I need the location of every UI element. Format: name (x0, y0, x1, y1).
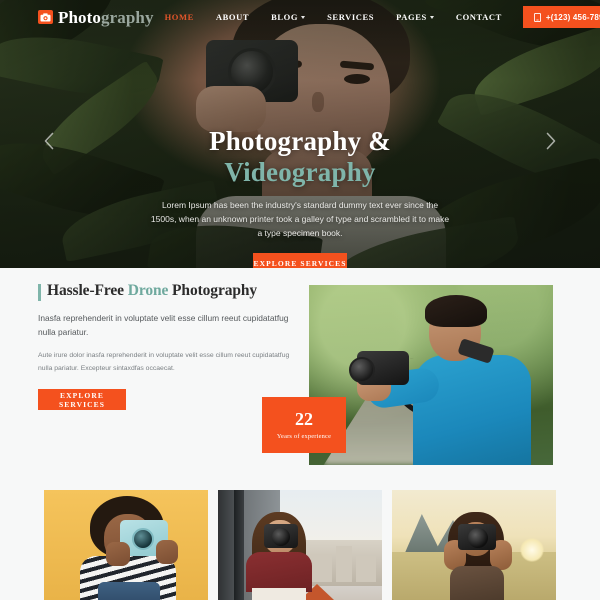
gallery-item-child-with-instant-camera[interactable] (44, 490, 208, 600)
chevron-down-icon (429, 15, 434, 19)
logo-text-primary: Photo (58, 7, 101, 27)
gallery-section (0, 476, 600, 600)
hero-explore-services-button[interactable]: EXPLORE SERVICES (253, 252, 347, 268)
main-navigation: HOME ABOUT BLOG SERVICES PAGES CONTACT +… (154, 6, 600, 28)
gallery-item-woman-photographer-mountains[interactable] (392, 490, 556, 600)
nav-item-contact[interactable]: CONTACT (445, 12, 513, 22)
about-title-part1: Hassle-Free (47, 282, 128, 299)
carousel-prev-button[interactable] (38, 130, 60, 152)
nav-item-label: BLOG (271, 12, 299, 22)
about-title: Hassle-Free Drone Photography (38, 282, 300, 301)
nav-item-label: HOME (164, 12, 194, 22)
chevron-right-icon (545, 132, 557, 150)
hero-title: Photography & Videography (0, 126, 600, 188)
nav-item-services[interactable]: SERVICES (316, 12, 385, 22)
nav-item-label: PAGES (396, 12, 427, 22)
chevron-left-icon (43, 132, 55, 150)
site-logo[interactable]: Photography (38, 9, 154, 26)
about-title-accent: Drone (127, 282, 169, 299)
experience-badge: 22 Years of experience (262, 397, 346, 453)
site-header: Photography HOME ABOUT BLOG SERVICES PAG… (0, 0, 600, 34)
phone-icon (533, 12, 541, 22)
carousel-next-button[interactable] (540, 130, 562, 152)
hero-slider: Photography HOME ABOUT BLOG SERVICES PAG… (0, 0, 600, 268)
experience-number: 22 (295, 409, 313, 429)
about-title-part2: Photography (168, 282, 258, 299)
about-lead-text: Inasfa reprehenderit in voluptate velit … (38, 312, 289, 338)
about-explore-services-button[interactable]: EXPLORE SERVICES (38, 389, 126, 411)
about-body-text: Aute irure dolor inasfa reprehenderit in… (38, 352, 290, 372)
photography-landing-page: Photography HOME ABOUT BLOG SERVICES PAG… (0, 0, 600, 600)
about-text-block: Hassle-Free Drone Photography Inasfa rep… (38, 282, 300, 411)
nav-item-pages[interactable]: PAGES (385, 12, 445, 22)
chevron-down-icon (301, 15, 306, 19)
nav-item-about[interactable]: ABOUT (205, 12, 260, 22)
nav-item-label: CONTACT (455, 12, 502, 22)
hero-content: Photography & Videography Lorem Ipsum ha… (0, 126, 600, 268)
hero-title-line2: Videography (224, 156, 376, 187)
camera-icon (38, 10, 53, 24)
hero-title-line1: Photography & (209, 126, 391, 156)
logo-text-secondary: graphy (101, 7, 154, 27)
nav-item-label: ABOUT (215, 12, 250, 22)
experience-label: Years of experience (276, 433, 332, 440)
gallery-item-woman-at-window-cityscape[interactable] (218, 490, 382, 600)
phone-button[interactable]: +(123) 456-7890 (522, 6, 600, 28)
phone-number: +(123) 456-7890 (545, 12, 600, 22)
nav-item-blog[interactable]: BLOG (260, 12, 316, 22)
nav-item-label: SERVICES (327, 12, 375, 22)
hero-paragraph: Lorem Ipsum has been the industry's stan… (150, 199, 450, 238)
logo-text: Photography (58, 9, 154, 26)
nav-item-home[interactable]: HOME (154, 12, 205, 22)
